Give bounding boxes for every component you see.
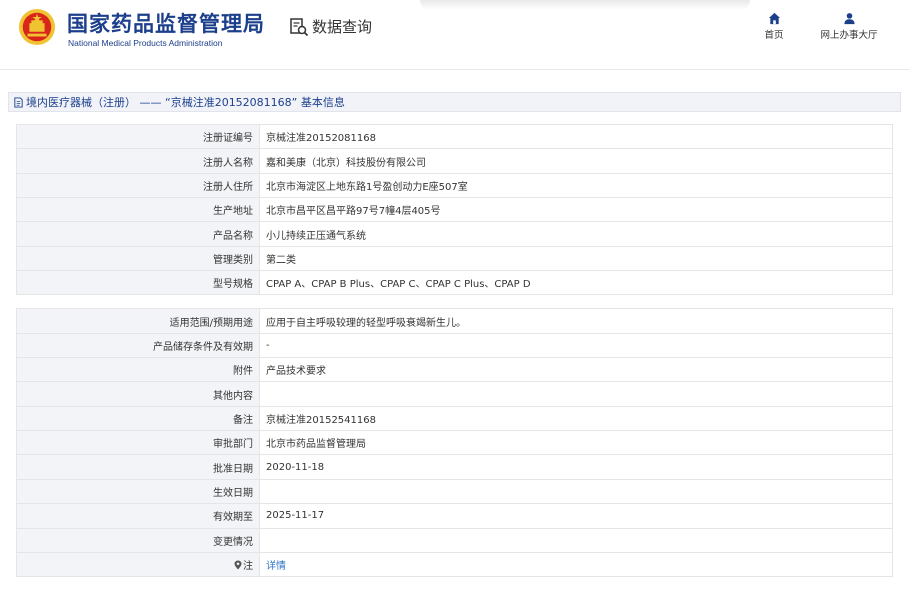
national-emblem-icon <box>18 8 56 46</box>
row-value: 北京市昌平区昌平路97号7幢4层405号 <box>259 197 893 223</box>
data-query-label: 数据查询 <box>312 18 373 36</box>
site-title-en[interactable]: National Medical Products Administration <box>68 38 223 48</box>
row-label: 变更情况 <box>16 527 260 553</box>
row-label: 生效日期 <box>16 478 260 505</box>
search-document-icon <box>290 17 309 36</box>
row-value <box>259 381 893 407</box>
row-label: 其他内容 <box>16 381 260 407</box>
document-icon <box>14 96 23 108</box>
site-title-cn[interactable]: 国家药品监督管理局 <box>67 8 265 38</box>
site-header: 国家药品监督管理局 National Medical Products Admi… <box>0 0 909 70</box>
table-row: 审批部门 北京市药品监督管理局 <box>16 430 893 456</box>
row-value: 京械注准20152541168 <box>259 405 893 432</box>
table-row: 产品名称 小儿持续正压通气系统 <box>16 221 893 247</box>
row-value: - <box>259 332 893 359</box>
nav-home-label: 首页 <box>764 30 784 41</box>
row-label: 产品名称 <box>16 221 260 247</box>
table-row: 其他内容 <box>16 381 893 407</box>
table-row: 注册人住所 北京市海淀区上地东路1号盈创动力E座507室 <box>16 172 893 199</box>
row-label: 管理类别 <box>16 245 260 272</box>
row-label: 产品储存条件及有效期 <box>16 332 260 359</box>
table-row: 附件 产品技术要求 <box>16 357 893 383</box>
row-label: 适用范围/预期用途 <box>16 308 260 334</box>
row-value: 京械注准20152081168 <box>259 123 893 150</box>
row-label: 注册人住所 <box>16 172 260 199</box>
table-row: 管理类别 第二类 <box>16 245 893 272</box>
nav-online-hall-label: 网上办事大厅 <box>820 30 878 41</box>
row-value: 详情 <box>259 551 893 578</box>
row-value: 第二类 <box>259 245 893 272</box>
record-title: 境内医疗器械（注册） —— “京械注准20152081168” 基本信息 <box>26 96 345 109</box>
table-row: 型号规格 CPAP A、CPAP B Plus、CPAP C、CPAP C Plu… <box>16 270 893 296</box>
row-value: 2025-11-17 <box>259 503 893 529</box>
row-value: CPAP A、CPAP B Plus、CPAP C、CPAP C Plus、CP… <box>259 270 893 296</box>
data-query-link[interactable]: 数据查询 <box>289 16 372 37</box>
row-value: 嘉和美康（北京）科技股份有限公司 <box>259 148 893 174</box>
note-label: 注 <box>243 561 253 573</box>
table-row: 有效期至 2025-11-17 <box>16 503 893 529</box>
table-row: 变更情况 <box>16 527 893 553</box>
row-value <box>259 478 893 505</box>
row-value: 产品技术要求 <box>259 357 893 383</box>
row-label: 备注 <box>16 405 260 432</box>
row-value: 2020-11-18 <box>259 454 893 480</box>
nav-online-hall-link[interactable]: 网上办事大厅 <box>814 12 884 41</box>
location-pin-icon <box>234 560 242 570</box>
header-decoration <box>420 0 750 10</box>
row-label: 注册证编号 <box>16 123 260 150</box>
row-value: 小儿持续正压通气系统 <box>259 221 893 247</box>
record-title-bar: 境内医疗器械（注册） —— “京械注准20152081168” 基本信息 <box>8 92 901 112</box>
user-icon <box>843 13 855 25</box>
row-value: 北京市海淀区上地东路1号盈创动力E座507室 <box>259 172 893 199</box>
registration-info-table: 注册证编号 京械注准20152081168 注册人名称 嘉和美康（北京）科技股份有限… <box>16 123 893 578</box>
table-row: 适用范围/预期用途 应用于自主呼吸较理的轻型呼吸衰竭新生儿。 <box>16 308 893 334</box>
table-row: 注 详情 <box>16 551 893 578</box>
table-row: 批准日期 2020-11-18 <box>16 454 893 480</box>
table-row: 注册人名称 嘉和美康（北京）科技股份有限公司 <box>16 148 893 174</box>
table-row: 注册证编号 京械注准20152081168 <box>16 123 893 150</box>
row-value: 应用于自主呼吸较理的轻型呼吸衰竭新生儿。 <box>259 308 893 334</box>
row-label: 生产地址 <box>16 197 260 223</box>
home-icon <box>768 12 780 25</box>
table-spacer <box>16 294 893 310</box>
table-row: 生效日期 <box>16 478 893 505</box>
row-value <box>259 527 893 553</box>
table-row: 生产地址 北京市昌平区昌平路97号7幢4层405号 <box>16 197 893 223</box>
table-row: 备注 京械注准20152541168 <box>16 405 893 432</box>
row-label: 型号规格 <box>16 270 260 296</box>
row-label: 注 <box>16 551 260 578</box>
row-value: 北京市药品监督管理局 <box>259 430 893 456</box>
nav-home-link[interactable]: 首页 <box>762 12 786 41</box>
row-label: 批准日期 <box>16 454 260 480</box>
row-label: 有效期至 <box>16 503 260 529</box>
details-link[interactable]: 详情 <box>266 561 286 572</box>
row-label: 注册人名称 <box>16 148 260 174</box>
table-row: 产品储存条件及有效期 - <box>16 332 893 359</box>
row-label: 审批部门 <box>16 430 260 456</box>
row-label: 附件 <box>16 357 260 383</box>
